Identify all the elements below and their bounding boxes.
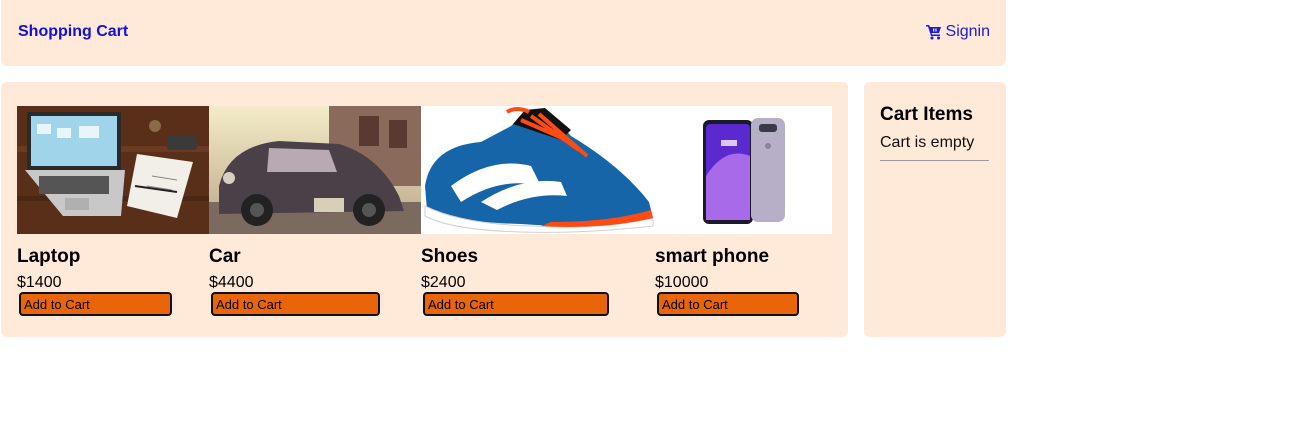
site-header: Shopping Cart Signin — [1, 0, 1006, 66]
product-price: $2400 — [421, 274, 466, 291]
add-to-cart-button[interactable]: Add to Cart — [211, 292, 380, 316]
cart-panel: Cart Items Cart is empty — [864, 82, 1006, 337]
laptop-image — [17, 106, 209, 234]
product-name: Laptop — [17, 246, 81, 267]
product-card-shoes: Shoes $2400 Add to Cart — [421, 106, 655, 316]
add-to-cart-button[interactable]: Add to Cart — [19, 292, 172, 316]
product-list: Laptop $1400 Add to Cart Car $4400 Add t… — [1, 82, 848, 337]
product-name: Car — [209, 246, 241, 267]
cart-status: Cart is empty — [880, 134, 989, 161]
product-name: smart phone — [655, 246, 770, 267]
product-card-laptop: Laptop $1400 Add to Cart — [17, 106, 209, 316]
car-image — [209, 106, 421, 234]
product-price: $4400 — [209, 274, 254, 291]
smart-phone-image — [655, 106, 832, 234]
shopping-cart-icon — [925, 25, 941, 40]
cart-title: Cart Items — [880, 104, 973, 125]
signin-link[interactable]: Signin — [925, 23, 990, 41]
product-price: $1400 — [17, 274, 62, 291]
product-card-car: Car $4400 Add to Cart — [209, 106, 421, 316]
product-card-smart-phone: smart phone $10000 Add to Cart — [655, 106, 832, 316]
signin-label: Signin — [945, 23, 990, 40]
product-name: Shoes — [421, 246, 479, 267]
add-to-cart-button[interactable]: Add to Cart — [657, 292, 799, 316]
shoes-image — [421, 106, 655, 234]
product-price: $10000 — [655, 274, 709, 291]
brand-link[interactable]: Shopping Cart — [18, 23, 128, 41]
add-to-cart-button[interactable]: Add to Cart — [423, 292, 609, 316]
